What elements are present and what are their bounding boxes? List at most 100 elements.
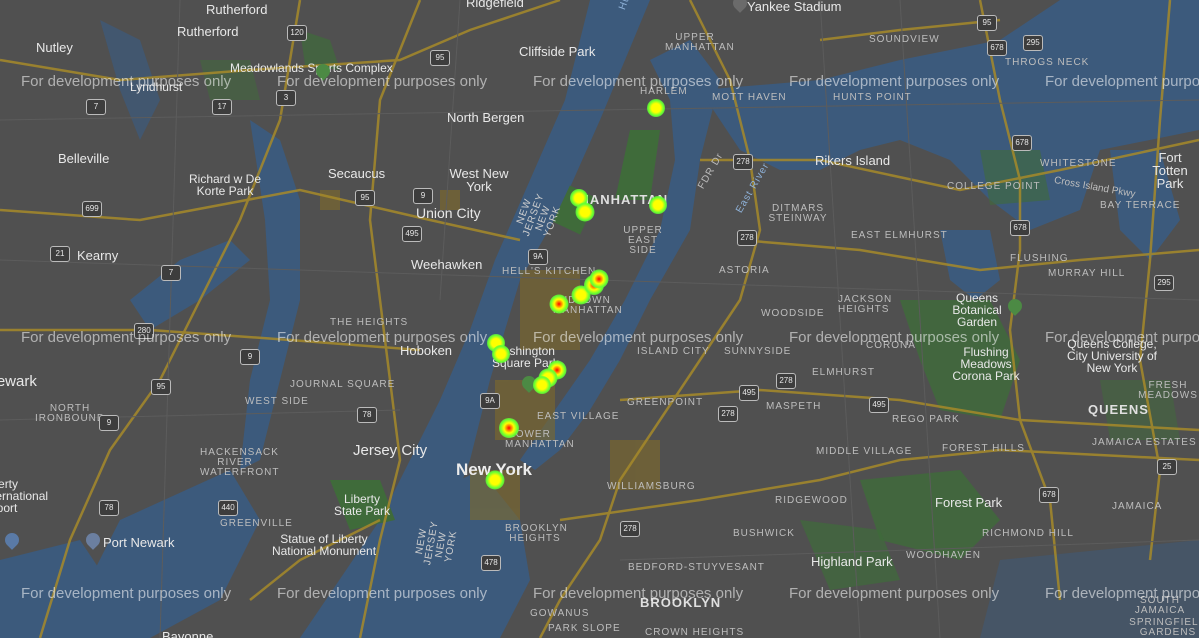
label-fresh-meadows: FRESH MEADOWS: [1138, 380, 1198, 401]
route-shield: 7: [86, 99, 106, 115]
label-jersey-city: Jersey City: [353, 442, 428, 459]
label-weehawken: Weehawken: [411, 257, 483, 272]
dev-watermark: For development purposes only: [789, 73, 1000, 90]
label-union-city: Union City: [416, 205, 481, 221]
heatmap-point: [485, 470, 505, 490]
label-middle-village: MIDDLE VILLAGE: [816, 446, 913, 457]
route-shield: 95: [355, 190, 375, 206]
label-greenville: GREENVILLE: [220, 518, 293, 529]
label-hells-kitchen: HELL'S KITCHEN: [502, 266, 597, 277]
route-shield: 9A: [528, 249, 548, 265]
label-gowanus: GOWANUS: [530, 608, 590, 619]
route-shield: 278: [776, 373, 796, 389]
dev-watermark: For development purposes only: [1045, 73, 1199, 90]
label-bayonne: Bayonne: [162, 629, 214, 638]
label-maspeth: MASPETH: [766, 401, 822, 412]
label-rego-park: REGO PARK: [892, 414, 960, 425]
route-shield: 17: [212, 99, 232, 115]
label-rutherford-n: Rutherford: [206, 2, 268, 17]
label-ditmars: DITMARS STEINWAY: [768, 203, 828, 224]
route-shield: 95: [151, 379, 171, 395]
route-shield: 440: [218, 500, 238, 516]
route-shield: 278: [620, 521, 640, 537]
label-liberty-state-park: Liberty State Park: [333, 492, 391, 518]
label-hackensack-wf: HACKENSACK RIVER WATERFRONT: [200, 447, 280, 478]
heatmap-point: [589, 269, 609, 289]
route-shield: 95: [430, 50, 450, 66]
label-kearny: Kearny: [77, 248, 119, 263]
label-flushing-meadows: Flushing Meadows Corona Park: [952, 345, 1020, 383]
route-shield: 9: [240, 349, 260, 365]
route-shield: 3: [276, 90, 296, 106]
label-upper-east-side: UPPER EAST SIDE: [623, 225, 663, 256]
dev-watermark: For development purposes only: [789, 585, 1000, 602]
route-shield: 78: [99, 500, 119, 516]
heatmap-point: [575, 202, 595, 222]
dev-watermark: For development purposes only: [789, 329, 1000, 346]
map-base: [0, 0, 1199, 638]
label-elmhurst: ELMHURST: [812, 367, 876, 378]
route-shield: 21: [50, 246, 70, 262]
label-east-elmhurst: EAST ELMHURST: [851, 230, 948, 241]
route-shield: 278: [733, 154, 753, 170]
label-hunts-point: HUNTS POINT: [833, 92, 912, 103]
heatmap-point: [649, 196, 667, 214]
label-east-village: EAST VILLAGE: [537, 411, 620, 422]
label-bushwick: BUSHWICK: [733, 528, 795, 539]
dev-watermark: For development purposes only: [277, 585, 488, 602]
route-shield: 678: [987, 40, 1007, 56]
label-sunnyside: SUNNYSIDE: [724, 346, 792, 357]
route-shield: 678: [1039, 487, 1059, 503]
heatmap-point: [492, 345, 510, 363]
dev-watermark: For development purposes only: [533, 329, 744, 346]
label-richard-korte: Richard w De Korte Park: [188, 172, 262, 198]
dev-watermark: For development purposes only: [533, 585, 744, 602]
label-queens: QUEENS: [1088, 402, 1149, 417]
label-college-point: COLLEGE POINT: [947, 181, 1041, 192]
route-shield: 7: [161, 265, 181, 281]
label-belleville: Belleville: [58, 151, 110, 166]
route-shield: 495: [739, 385, 759, 401]
label-cliffside-park: Cliffside Park: [519, 44, 596, 59]
label-bay-terrace: BAY TERRACE: [1100, 200, 1181, 211]
dev-watermark: For development purposes only: [533, 73, 744, 90]
dev-watermark: For development purposes only: [21, 329, 232, 346]
route-shield: 278: [737, 230, 757, 246]
map-canvas[interactable]: Rutherford Rutherford Ridgefield Nutley …: [0, 0, 1199, 638]
label-greenpoint: GREENPOINT: [627, 397, 704, 408]
label-upper-manhattan: UPPER MANHATTAN: [665, 32, 735, 53]
label-crown-heights: CROWN HEIGHTS: [645, 627, 745, 638]
route-shield: 295: [1154, 275, 1174, 291]
label-whitestone: WHITESTONE: [1040, 158, 1117, 169]
dev-watermark: For development purposes only: [277, 73, 488, 90]
label-fort-totten: Fort Totten Park: [1152, 150, 1188, 191]
heatmap-point: [549, 294, 569, 314]
label-flushing: FLUSHING: [1010, 253, 1069, 264]
label-jamaica: JAMAICA: [1112, 501, 1163, 512]
route-shield: 95: [977, 15, 997, 31]
label-rutherford: Rutherford: [177, 24, 239, 39]
label-jamaica-estates: JAMAICA ESTATES: [1092, 437, 1197, 448]
heatmap-point: [533, 376, 551, 394]
route-shield: 9: [413, 188, 433, 204]
label-queens-botanical: Queens Botanical Garden: [952, 291, 1002, 329]
label-north-ironbound: NORTH IRONBOUND: [35, 403, 106, 424]
dev-watermark: For development purposes only: [21, 585, 232, 602]
heatmap-point: [647, 99, 665, 117]
route-shield: 495: [869, 397, 889, 413]
label-brooklyn-heights: BROOKLYN HEIGHTS: [505, 523, 568, 544]
route-shield: 120: [287, 25, 307, 41]
label-springfield-gardens: SPRINGFIELD GARDENS: [1129, 617, 1199, 638]
label-mott-haven: MOTT HAVEN: [712, 92, 787, 103]
route-shield: 9A: [480, 393, 500, 409]
label-ridgewood: RIDGEWOOD: [775, 495, 848, 506]
label-forest-hills: FOREST HILLS: [942, 443, 1025, 454]
route-shield: 678: [1010, 220, 1030, 236]
label-newark: Newark: [0, 373, 37, 390]
label-port-newark: Port Newark: [103, 535, 175, 550]
label-journal-square: JOURNAL SQUARE: [290, 379, 396, 390]
label-west-side: WEST SIDE: [245, 396, 309, 407]
label-liberty-airport: Liberty International Airport: [0, 477, 49, 515]
heatmap-point: [499, 418, 519, 438]
dev-watermark: For development purposes only: [277, 329, 488, 346]
